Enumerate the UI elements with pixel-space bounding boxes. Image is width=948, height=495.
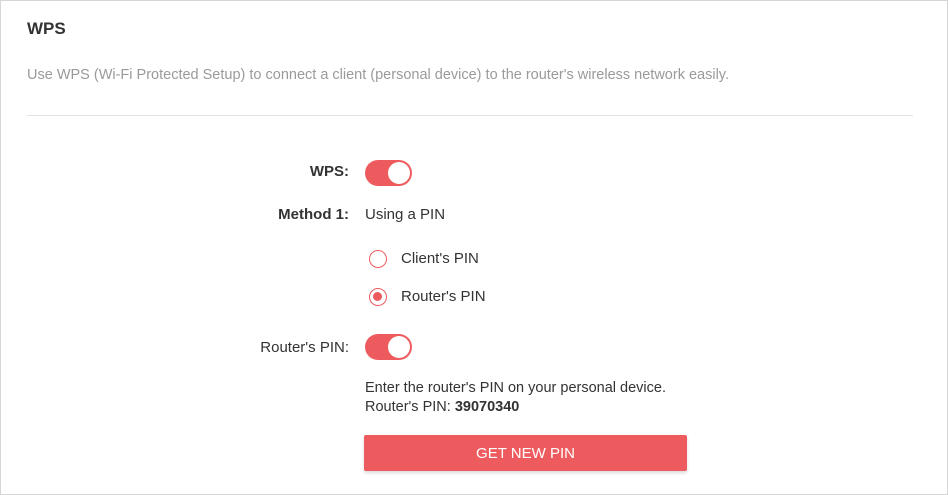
wps-toggle[interactable] (365, 160, 412, 186)
router-pin-instruction: Enter the router's PIN on your personal … (365, 380, 666, 396)
wps-panel: WPS Use WPS (Wi-Fi Protected Setup) to c… (0, 0, 948, 495)
router-pin-info: Enter the router's PIN on your personal … (365, 379, 666, 417)
router-pin-value: 39070340 (454, 399, 520, 415)
radio-clients-pin[interactable] (369, 250, 387, 268)
router-pin-toggle[interactable] (365, 334, 412, 360)
get-new-pin-button[interactable]: GET NEW PIN (364, 435, 687, 471)
router-pin-prefix: Router's PIN: (365, 399, 451, 415)
radio-label-clients-pin[interactable]: Client's PIN (401, 250, 479, 267)
method-label: Method 1: (278, 206, 349, 223)
toggle-knob (388, 162, 410, 184)
section-description: Use WPS (Wi-Fi Protected Setup) to conne… (27, 67, 729, 83)
radio-routers-pin[interactable] (369, 288, 387, 306)
wps-label: WPS: (309, 163, 349, 180)
section-title: WPS (27, 19, 66, 38)
router-pin-label: Router's PIN: (260, 339, 349, 356)
radio-label-routers-pin[interactable]: Router's PIN (401, 288, 486, 305)
router-pin-line: Router's PIN: 39070340 (365, 398, 666, 417)
divider (27, 115, 913, 116)
method-value: Using a PIN (365, 206, 446, 223)
toggle-knob (388, 336, 410, 358)
